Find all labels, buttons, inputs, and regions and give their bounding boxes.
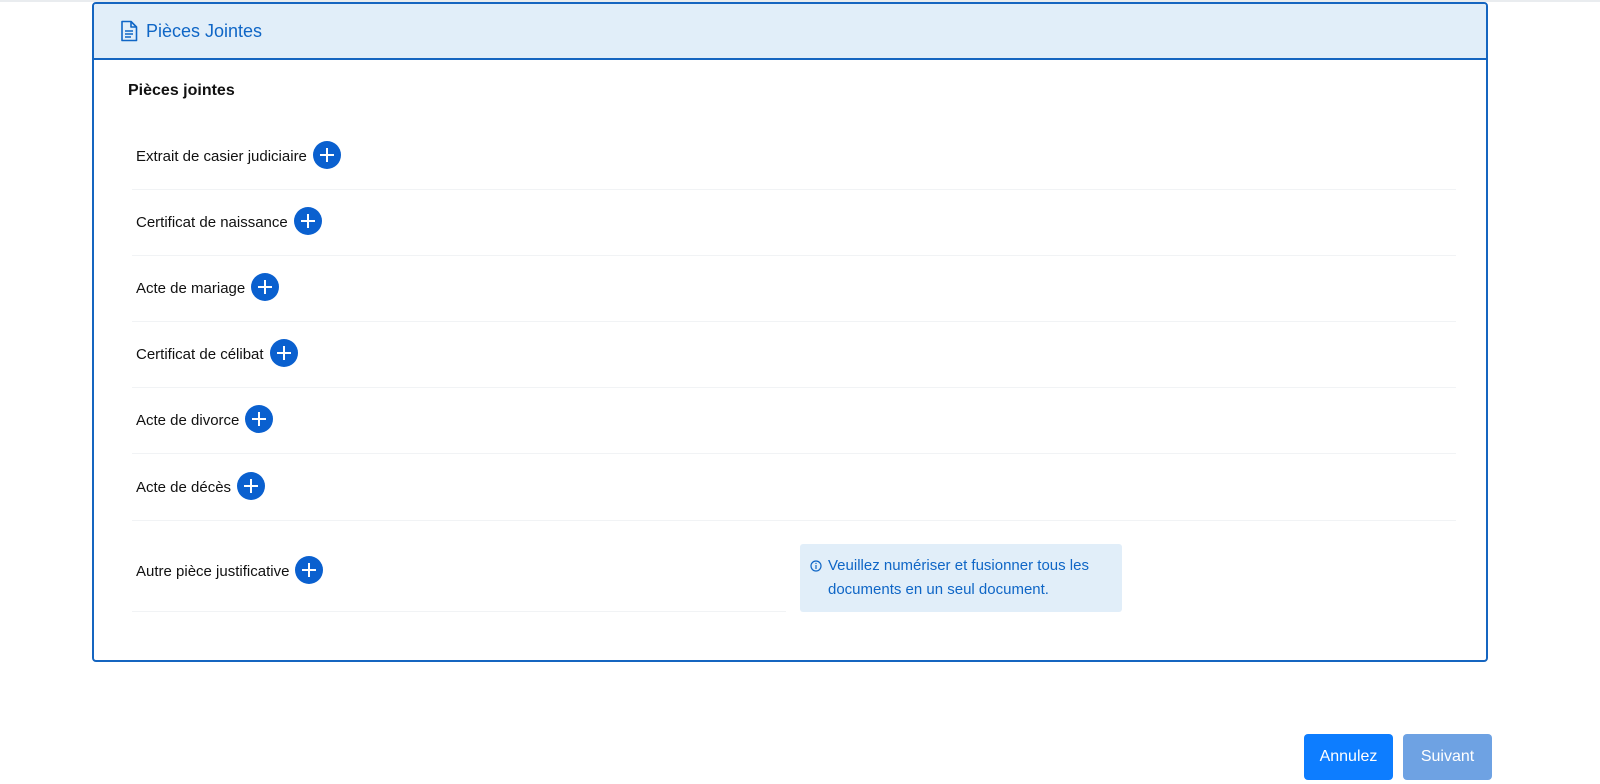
attachment-row: Certificat de naissance — [132, 190, 1456, 256]
add-attachment-button[interactable] — [312, 140, 341, 169]
card-title: Pièces Jointes — [146, 20, 263, 41]
add-attachment-button[interactable] — [237, 471, 266, 500]
plus-icon — [302, 562, 317, 577]
attachment-row: Autre pièce justificative — [132, 532, 786, 612]
document-icon — [120, 20, 138, 42]
next-button[interactable]: Suivant — [1403, 734, 1492, 780]
attachment-row: Acte de mariage — [132, 256, 1456, 322]
attachment-label: Acte de divorce — [136, 412, 240, 429]
plus-icon — [276, 345, 291, 360]
card-header: Pièces Jointes — [94, 4, 1486, 60]
attachment-label: Acte de décès — [136, 479, 232, 496]
attachment-label: Certificat de naissance — [136, 214, 288, 231]
add-attachment-button[interactable] — [245, 404, 274, 433]
section-title: Pièces jointes — [128, 82, 235, 99]
attachment-label: Extrait de casier judiciaire — [136, 148, 307, 165]
plus-icon — [300, 213, 315, 228]
cancel-button[interactable]: Annulez — [1304, 734, 1393, 780]
info-icon — [810, 560, 822, 572]
add-attachment-button[interactable] — [293, 206, 322, 235]
info-line: Veuillez numériser et fusionner tous les — [828, 557, 1089, 574]
add-attachment-button[interactable] — [269, 338, 298, 367]
add-attachment-button[interactable] — [295, 555, 324, 584]
info-line: documents en un seul document. — [828, 581, 1049, 598]
attachments-card: Pièces Jointes Pièces jointes Extrait de… — [92, 2, 1488, 662]
attachment-row: Acte de décès — [132, 455, 1456, 521]
info-message: Veuillez numériser et fusionner tous les… — [800, 544, 1122, 612]
attachment-row: Acte de divorce — [132, 388, 1456, 454]
attachment-row: Certificat de célibat — [132, 322, 1456, 388]
attachment-label: Certificat de célibat — [136, 346, 264, 363]
attachment-label: Acte de mariage — [136, 280, 246, 297]
plus-icon — [252, 411, 267, 426]
plus-icon — [244, 478, 259, 493]
attachment-label: Autre pièce justificative — [136, 563, 290, 580]
plus-icon — [258, 279, 273, 294]
attachment-row: Extrait de casier judiciaire — [132, 124, 1456, 190]
plus-icon — [319, 147, 334, 162]
add-attachment-button[interactable] — [251, 272, 280, 301]
